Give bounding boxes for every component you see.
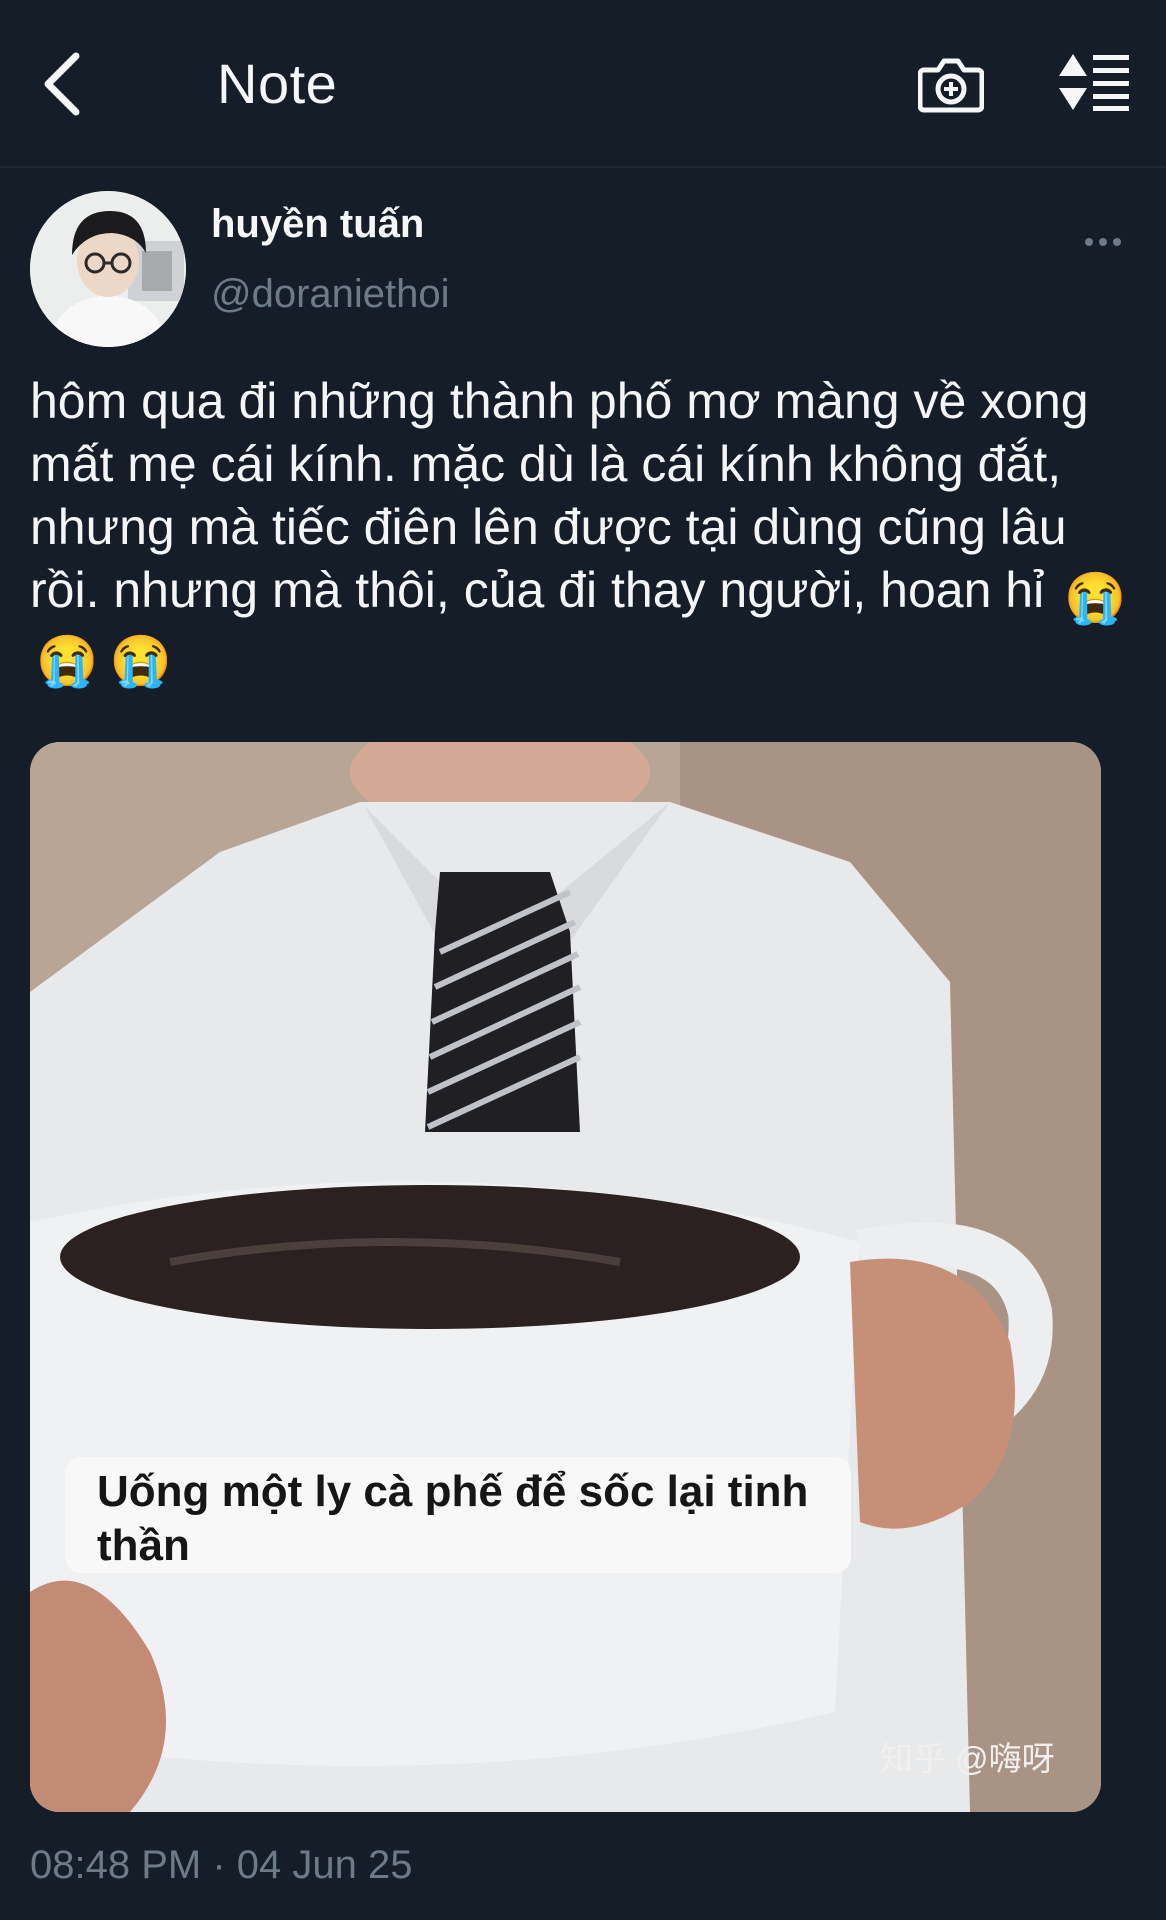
sort-button[interactable] [1057, 52, 1133, 112]
top-navigation-bar: Note [0, 0, 1166, 168]
back-button[interactable] [40, 48, 92, 120]
post-timestamp: 08:48 PM · 04 Jun 25 [30, 1843, 413, 1887]
chevron-left-icon [44, 52, 80, 116]
image-watermark: 知乎 @嗨呀 [880, 1740, 1055, 1777]
add-photo-button[interactable] [917, 50, 985, 116]
sort-list-icon [1059, 54, 1129, 111]
post-image[interactable]: Uống một ly cà phế để sốc lại tinh thần … [30, 742, 1101, 1812]
post-body: hôm qua đi những thành phố mơ màng về xo… [30, 370, 1140, 689]
page-title: Note [217, 52, 338, 115]
coffee-cup-photo [30, 742, 1101, 1812]
crying-emoji: 😭 [1064, 570, 1127, 626]
post-text: hôm qua đi những thành phố mơ màng về xo… [30, 373, 1089, 618]
crying-emoji: 😭 [36, 633, 99, 689]
author-name[interactable]: huyền tuấn [211, 202, 424, 247]
camera-add-icon [917, 58, 985, 113]
author-handle[interactable]: @doraniethoi [211, 272, 450, 317]
more-options-button[interactable] [1082, 228, 1124, 256]
header-divider [0, 166, 1166, 168]
user-photo-icon [30, 191, 186, 347]
crying-emoji: 😭 [109, 633, 173, 689]
image-caption-box: Uống một ly cà phế để sốc lại tinh thần [65, 1457, 851, 1573]
image-caption-text: Uống một ly cà phế để sốc lại tinh thần [97, 1467, 809, 1570]
avatar[interactable] [30, 191, 186, 347]
more-horizontal-icon [1085, 238, 1121, 246]
